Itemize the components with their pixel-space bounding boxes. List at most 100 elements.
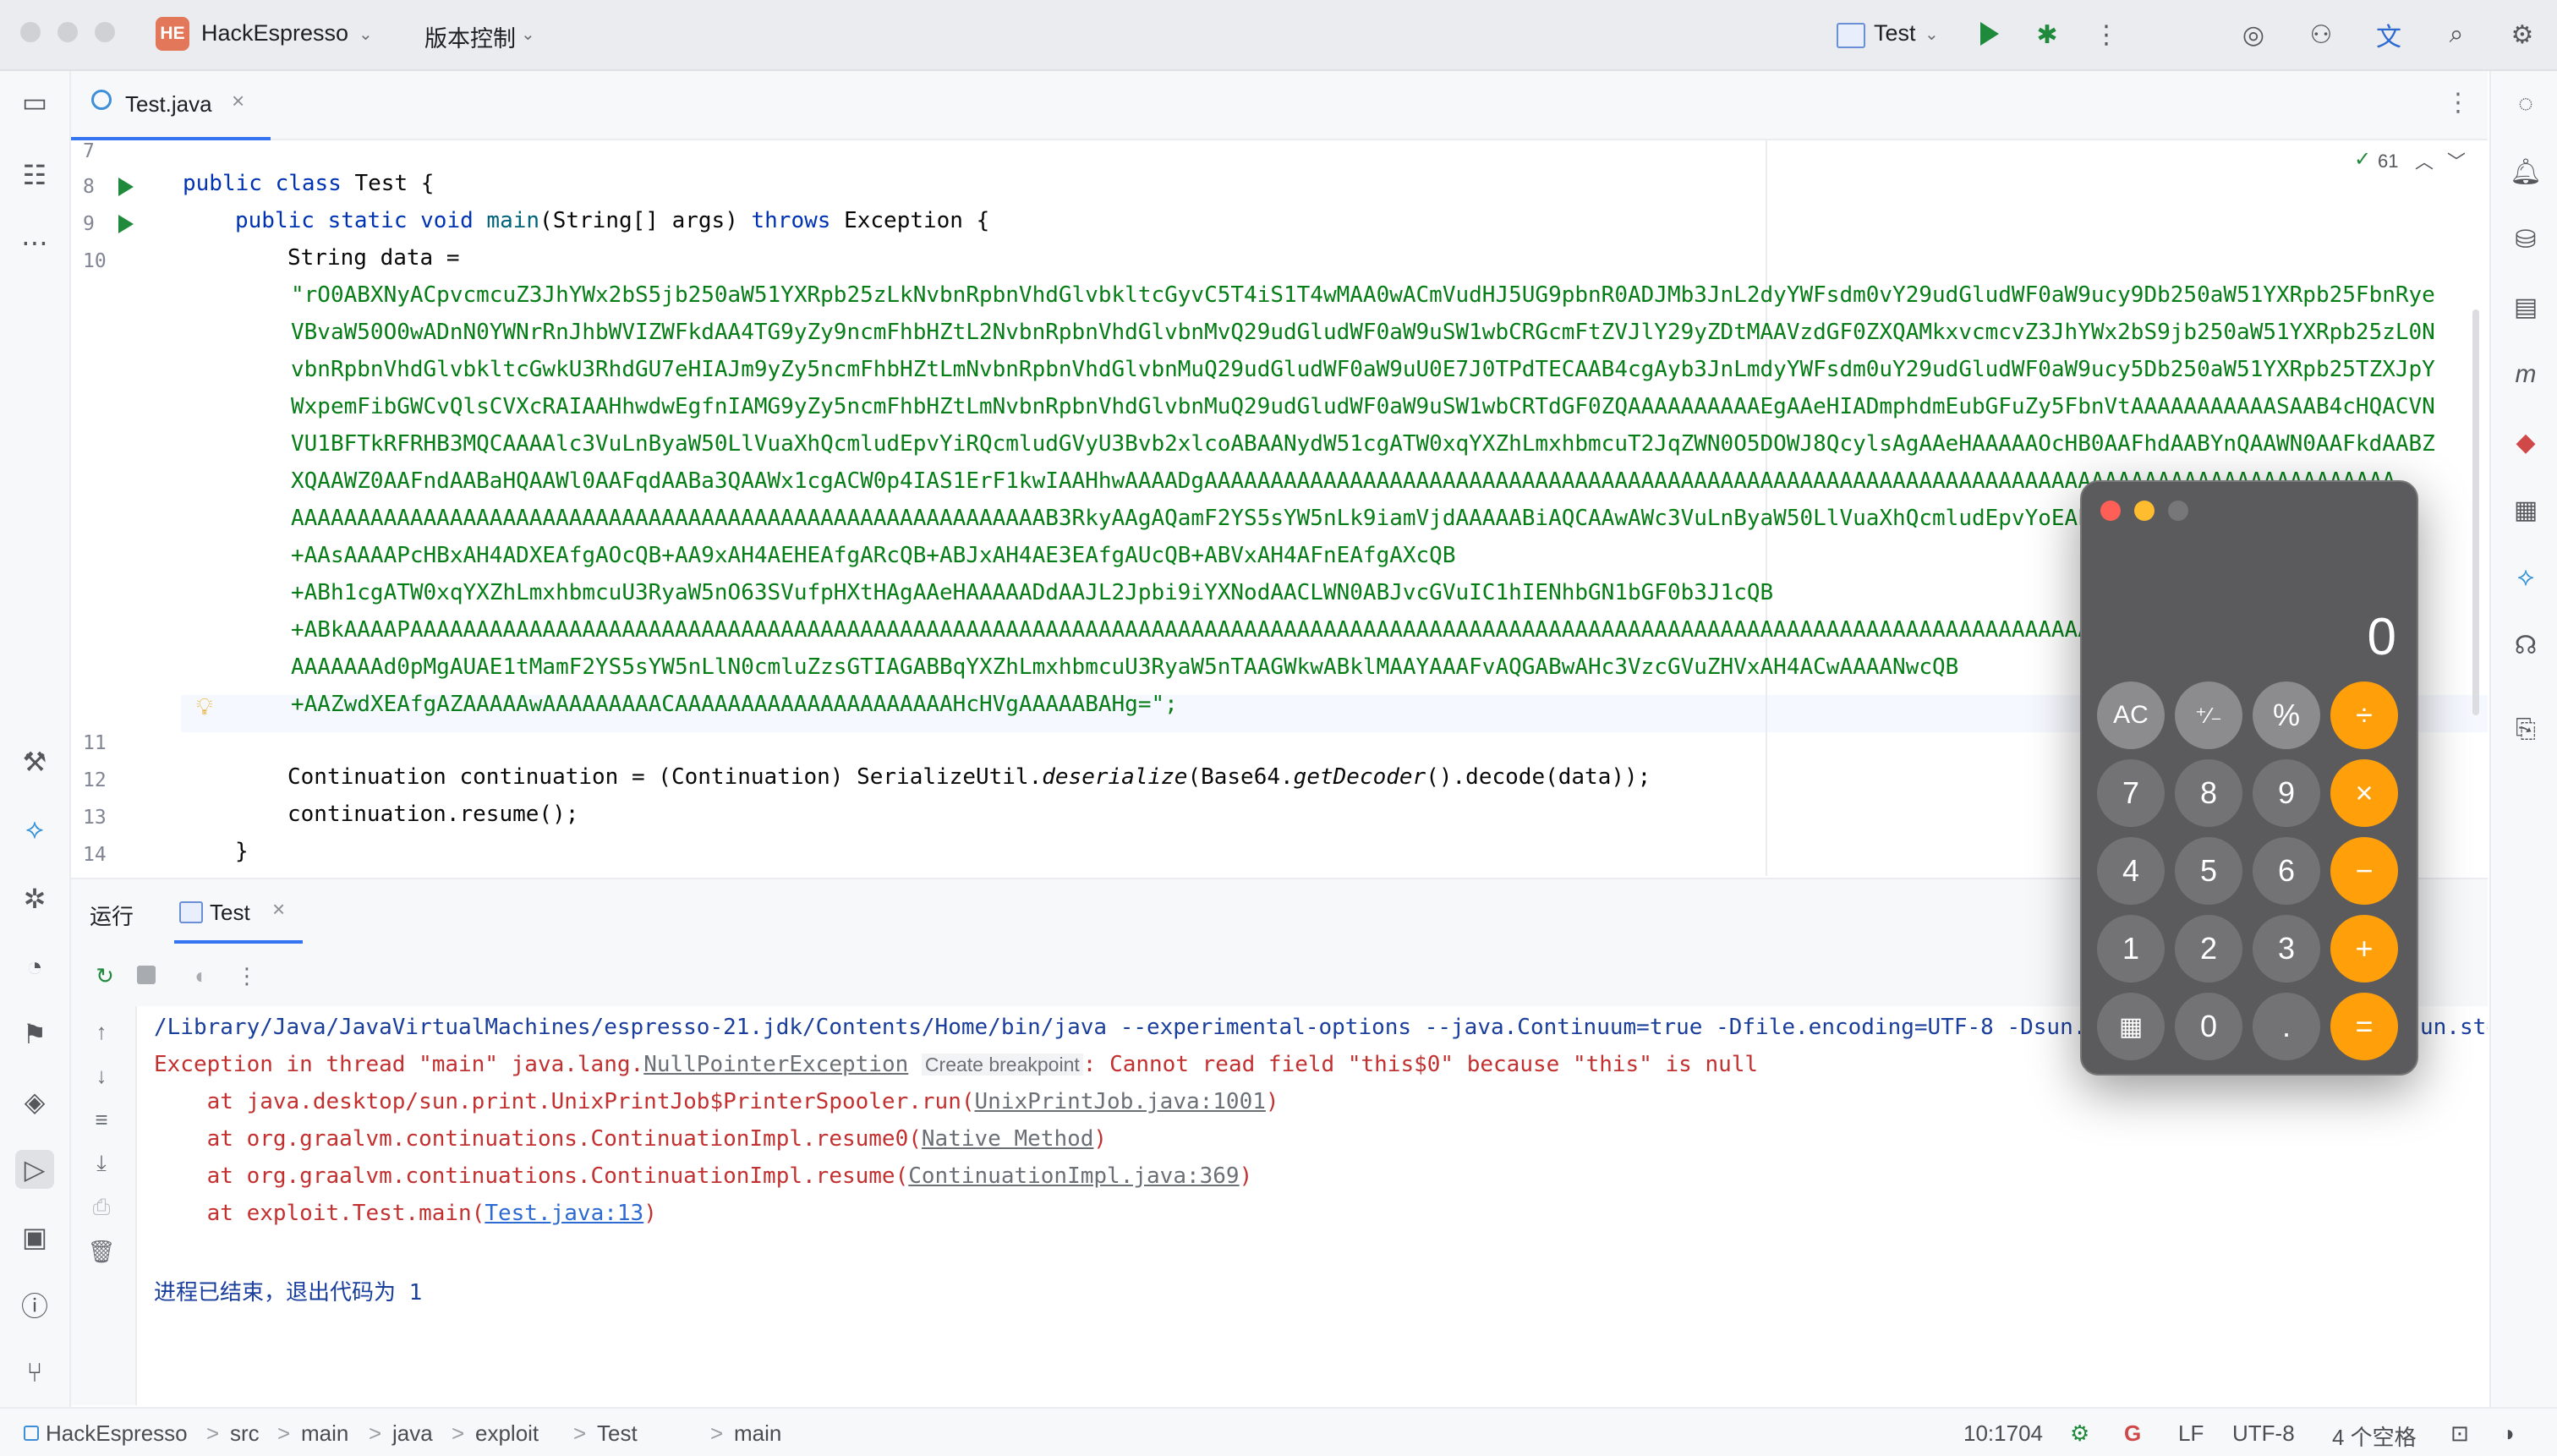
file-encoding[interactable]: UTF-8 (2232, 1420, 2295, 1447)
close-icon[interactable]: × (272, 896, 285, 922)
arrow-up-icon[interactable]: ↑ (86, 1016, 117, 1047)
arrow-down-icon[interactable]: ↓ (86, 1060, 117, 1091)
editor-scrollbar[interactable] (2472, 309, 2479, 715)
trash-icon[interactable]: 🗑︎ (86, 1236, 117, 1267)
project-badge[interactable]: HE (156, 17, 189, 51)
stack-trace-link[interactable]: Native Method (922, 1126, 1094, 1152)
more-tools-icon[interactable]: ⋯ (15, 223, 54, 262)
notifications-bell-icon[interactable]: 🔔︎ (2506, 152, 2545, 191)
calc-3-button[interactable]: 3 (2253, 915, 2320, 983)
calc-9-button[interactable]: 9 (2253, 759, 2320, 827)
services-icon[interactable]: ◈ (15, 1082, 54, 1121)
chevron-up-icon[interactable]: ︿ (2415, 147, 2434, 174)
more-actions-icon[interactable]: ⋮ (2089, 17, 2124, 52)
add-user-icon[interactable]: ⚇ (2303, 17, 2339, 52)
database-icon[interactable]: ⛁ (2506, 220, 2545, 259)
run-gutter-icon[interactable] (118, 215, 134, 233)
calc-5-button[interactable]: 5 (2175, 837, 2242, 905)
create-breakpoint-link[interactable]: Create breakpoint (921, 1054, 1083, 1076)
translate-icon[interactable]: 文 (2371, 17, 2406, 52)
calc-ac-button[interactable]: AC (2097, 681, 2165, 749)
vcs-status-icon[interactable]: ⚙ (2070, 1420, 2089, 1447)
calc-percent-button[interactable]: % (2253, 681, 2320, 749)
project-folder-icon[interactable]: ▭ (15, 83, 54, 122)
calc-minimize-button[interactable] (2134, 501, 2155, 521)
structure-icon[interactable]: ☷ (15, 156, 54, 194)
print-icon[interactable]: ⎙ (86, 1192, 117, 1223)
tab-actions-icon[interactable]: ⋮ (2445, 88, 2471, 118)
calc-equals-button[interactable]: = (2330, 993, 2398, 1060)
scroll-to-end-icon[interactable]: ⤓ (86, 1148, 117, 1179)
breadcrumb-item[interactable]: exploit (475, 1420, 539, 1447)
soft-wrap-icon[interactable]: ≡ (86, 1104, 117, 1135)
settings-gear-icon[interactable]: ⚙ (2505, 17, 2540, 52)
breadcrumb-item[interactable]: main (301, 1420, 348, 1447)
indent-setting[interactable]: 4 个空格 (2332, 1420, 2417, 1452)
search-icon[interactable]: ⌕ (2439, 17, 2474, 52)
chevron-down-icon[interactable]: ﹀ (2447, 147, 2466, 174)
calc-minus-button[interactable]: − (2330, 837, 2398, 905)
close-icon[interactable]: × (232, 88, 244, 114)
calc-0-button[interactable]: 0 (2175, 993, 2242, 1060)
breadcrumb-item[interactable]: HackEspresso (46, 1420, 188, 1447)
calc-7-button[interactable]: 7 (2097, 759, 2165, 827)
ai-assistant-icon[interactable]: ◎ (2236, 17, 2271, 52)
run-config-dropdown[interactable]: Test (1874, 20, 1916, 47)
line-separator[interactable]: LF (2178, 1420, 2204, 1447)
exception-class-link[interactable]: NullPointerException (643, 1052, 908, 1077)
calc-dot-button[interactable]: . (2253, 993, 2320, 1060)
calc-plus-button[interactable]: + (2330, 915, 2398, 983)
debug-bug-icon[interactable]: ✲ (15, 879, 54, 918)
editor-tab-test-java[interactable]: Test.java × (71, 71, 271, 140)
calc-1-button[interactable]: 1 (2097, 915, 2165, 983)
terminal-icon[interactable]: ▣ (15, 1218, 54, 1256)
lock-icon[interactable]: ⊡ (2450, 1420, 2469, 1447)
attach-debugger-icon[interactable]: ◐ (186, 961, 216, 991)
reader-mode-icon[interactable]: ▤ (2506, 287, 2545, 326)
git-icon[interactable]: ⑂ (15, 1353, 54, 1392)
share-icon[interactable]: ⟡ (15, 810, 54, 849)
calc-zoom-button[interactable] (2168, 501, 2188, 521)
breadcrumb-item[interactable]: src (230, 1420, 260, 1447)
memory-indicator-icon[interactable]: ◑ (2501, 1420, 2515, 1447)
debug-icon[interactable]: ✱ (2029, 17, 2065, 52)
calc-close-button[interactable] (2100, 501, 2121, 521)
grid-icon[interactable]: ▦ (2506, 490, 2545, 529)
calc-4-button[interactable]: 4 (2097, 837, 2165, 905)
vcs-dropdown[interactable]: 版本控制 (424, 20, 516, 53)
calc-2-button[interactable]: 2 (2175, 915, 2242, 983)
caret-position[interactable]: 10:1704 (1963, 1420, 2043, 1447)
copilot-icon[interactable]: ☊ (2506, 626, 2545, 665)
build-tools-icon[interactable]: ⚒ (15, 742, 54, 781)
run-gutter-icon[interactable] (118, 178, 134, 196)
breadcrumb-item[interactable]: main (734, 1420, 781, 1447)
stop-icon[interactable] (137, 966, 156, 984)
window-minimize-button[interactable] (57, 22, 78, 42)
breadcrumb-item[interactable]: java (392, 1420, 433, 1447)
stack-trace-link[interactable]: ContinuationImpl.java:369 (908, 1163, 1239, 1189)
profiler-icon[interactable]: ◔ (15, 947, 54, 986)
project-name-dropdown[interactable]: HackEspresso (201, 20, 348, 47)
problems-icon[interactable]: ⓘ (15, 1285, 54, 1324)
run-button[interactable] (1980, 22, 1999, 46)
calc-6-button[interactable]: 6 (2253, 837, 2320, 905)
calc-plusminus-button[interactable]: ⁺∕₋ (2175, 681, 2242, 749)
run-tab-test[interactable]: Test × (174, 879, 303, 944)
calc-divide-button[interactable]: ÷ (2330, 681, 2398, 749)
more-icon[interactable]: ⋮ (232, 961, 262, 991)
rerun-icon[interactable]: ↻ (90, 961, 120, 991)
calc-multiply-button[interactable]: × (2330, 759, 2398, 827)
documentation-icon[interactable]: ⎘ (2506, 710, 2545, 749)
calc-8-button[interactable]: 8 (2175, 759, 2242, 827)
build-hammer-icon[interactable]: ⚑ (15, 1015, 54, 1054)
maven-icon[interactable]: m (2506, 355, 2545, 394)
google-icon[interactable]: G (2124, 1420, 2141, 1447)
calculator-mode-icon[interactable]: ▦ (2097, 993, 2165, 1060)
stack-trace-link[interactable]: UnixPrintJob.java:1001 (975, 1089, 1266, 1114)
run-tool-icon[interactable]: ▷ (15, 1150, 54, 1189)
window-close-button[interactable] (20, 22, 41, 42)
breadcrumb-item[interactable]: Test (597, 1420, 638, 1447)
window-zoom-button[interactable] (95, 22, 115, 42)
share-network-icon[interactable]: ⟡ (2506, 558, 2545, 597)
stack-trace-link[interactable]: Test.java:13 (485, 1201, 643, 1226)
